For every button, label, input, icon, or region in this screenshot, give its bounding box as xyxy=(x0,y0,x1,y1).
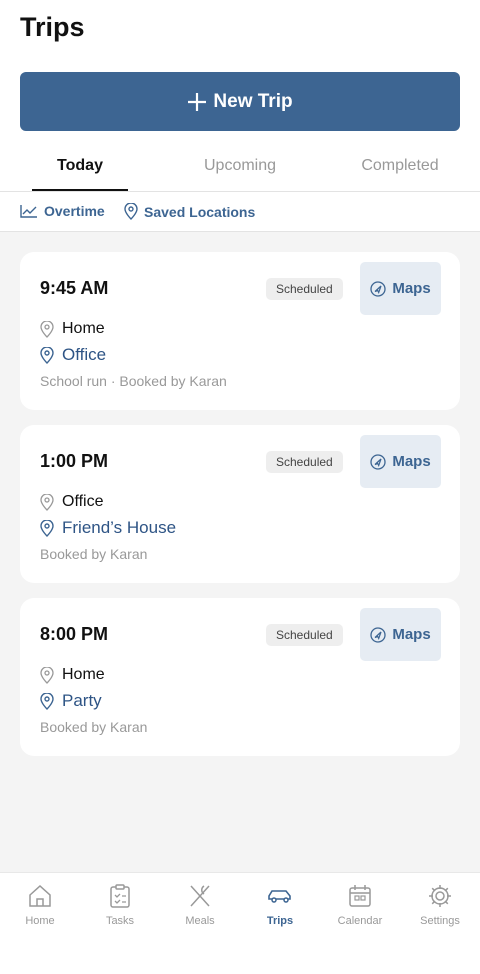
location-pin-icon xyxy=(40,519,54,537)
location-pin-icon xyxy=(40,666,54,684)
nav-label: Home xyxy=(25,915,55,927)
status-badge: Scheduled xyxy=(266,278,343,300)
gear-icon xyxy=(429,885,451,907)
origin-label: Office xyxy=(62,493,104,510)
calendar-icon xyxy=(349,885,371,907)
trip-destination: Office xyxy=(40,345,106,365)
car-icon xyxy=(268,890,291,903)
maps-label: Maps xyxy=(392,453,431,470)
tab-today[interactable]: Today xyxy=(0,146,160,192)
trip-destination: Party xyxy=(40,691,102,711)
chart-line-icon xyxy=(20,205,37,218)
tab-upcoming-label: Upcoming xyxy=(203,157,277,174)
header-area: Trips New Trip Today Upcoming Completed … xyxy=(0,0,480,232)
trip-card[interactable]: 8:00 PM Scheduled Maps Home Party Booked… xyxy=(20,598,460,756)
location-pin-icon xyxy=(40,346,54,364)
nav-label: Settings xyxy=(420,915,460,927)
tab-today-label: Today xyxy=(57,157,103,174)
tab-bar: Today Upcoming Completed xyxy=(0,146,480,192)
plus-icon xyxy=(188,92,207,111)
trip-time: 9:45 AM xyxy=(40,278,109,298)
tab-upcoming[interactable]: Upcoming xyxy=(160,146,320,192)
new-trip-label: New Trip xyxy=(213,90,293,112)
home-icon xyxy=(29,884,51,907)
utensils-icon xyxy=(190,885,210,907)
nav-item-trips[interactable]: Trips xyxy=(240,883,320,927)
destination-label: Friend’s House xyxy=(62,518,177,537)
location-pin-icon xyxy=(124,203,138,220)
navigation-icon xyxy=(370,626,386,643)
status-badge: Scheduled xyxy=(266,451,343,473)
origin-label: Home xyxy=(62,666,105,683)
trip-origin: Home xyxy=(40,666,105,684)
destination-label: Office xyxy=(62,345,107,364)
trip-card[interactable]: 1:00 PM Scheduled Maps Office Friend’s H… xyxy=(20,425,460,583)
location-pin-icon xyxy=(40,320,54,338)
destination-label: Party xyxy=(62,691,102,710)
saved-locations-link[interactable]: Saved Locations xyxy=(124,203,255,220)
trip-time: 1:00 PM xyxy=(40,451,109,471)
maps-button[interactable]: Maps xyxy=(360,608,441,661)
maps-button[interactable]: Maps xyxy=(360,262,441,315)
maps-label: Maps xyxy=(392,280,431,297)
clipboard-icon xyxy=(110,884,130,908)
trip-note: Booked by Karan xyxy=(40,546,148,562)
trip-note: School run · Booked by Karan xyxy=(40,373,227,389)
trip-card[interactable]: 9:45 AM Scheduled Maps Home Office Schoo… xyxy=(20,252,460,410)
trip-destination: Friend’s House xyxy=(40,518,176,538)
tab-completed[interactable]: Completed xyxy=(320,146,480,192)
nav-label: Trips xyxy=(266,915,294,927)
nav-label: Calendar xyxy=(337,915,383,927)
trip-origin: Office xyxy=(40,493,104,511)
nav-item-settings[interactable]: Settings xyxy=(400,883,480,927)
trip-time: 8:00 PM xyxy=(40,624,109,644)
maps-label: Maps xyxy=(392,626,431,643)
nav-item-home[interactable]: Home xyxy=(0,883,80,927)
origin-label: Home xyxy=(62,320,105,337)
maps-button[interactable]: Maps xyxy=(360,435,441,488)
saved-locations-label: Saved Locations xyxy=(144,203,256,220)
navigation-icon xyxy=(370,280,386,297)
nav-label: Tasks xyxy=(105,915,135,927)
tab-completed-label: Completed xyxy=(361,157,439,174)
navigation-icon xyxy=(370,453,386,470)
nav-label: Meals xyxy=(185,915,215,927)
nav-item-meals[interactable]: Meals xyxy=(160,883,240,927)
trip-note: Booked by Karan xyxy=(40,719,148,735)
quick-links: Overtime Saved Locations xyxy=(0,193,480,232)
new-trip-button[interactable]: New Trip xyxy=(20,72,460,131)
location-pin-icon xyxy=(40,493,54,511)
overtime-label: Overtime xyxy=(44,203,105,219)
overtime-link[interactable]: Overtime xyxy=(20,203,105,219)
status-badge: Scheduled xyxy=(266,624,343,646)
nav-item-calendar[interactable]: Calendar xyxy=(320,883,400,927)
location-pin-icon xyxy=(40,692,54,710)
trip-origin: Home xyxy=(40,320,105,338)
page-title: Trips xyxy=(20,12,85,42)
nav-item-tasks[interactable]: Tasks xyxy=(80,883,160,927)
bottom-nav: Home Tasks Meals Trips Calendar Settings xyxy=(0,872,480,974)
